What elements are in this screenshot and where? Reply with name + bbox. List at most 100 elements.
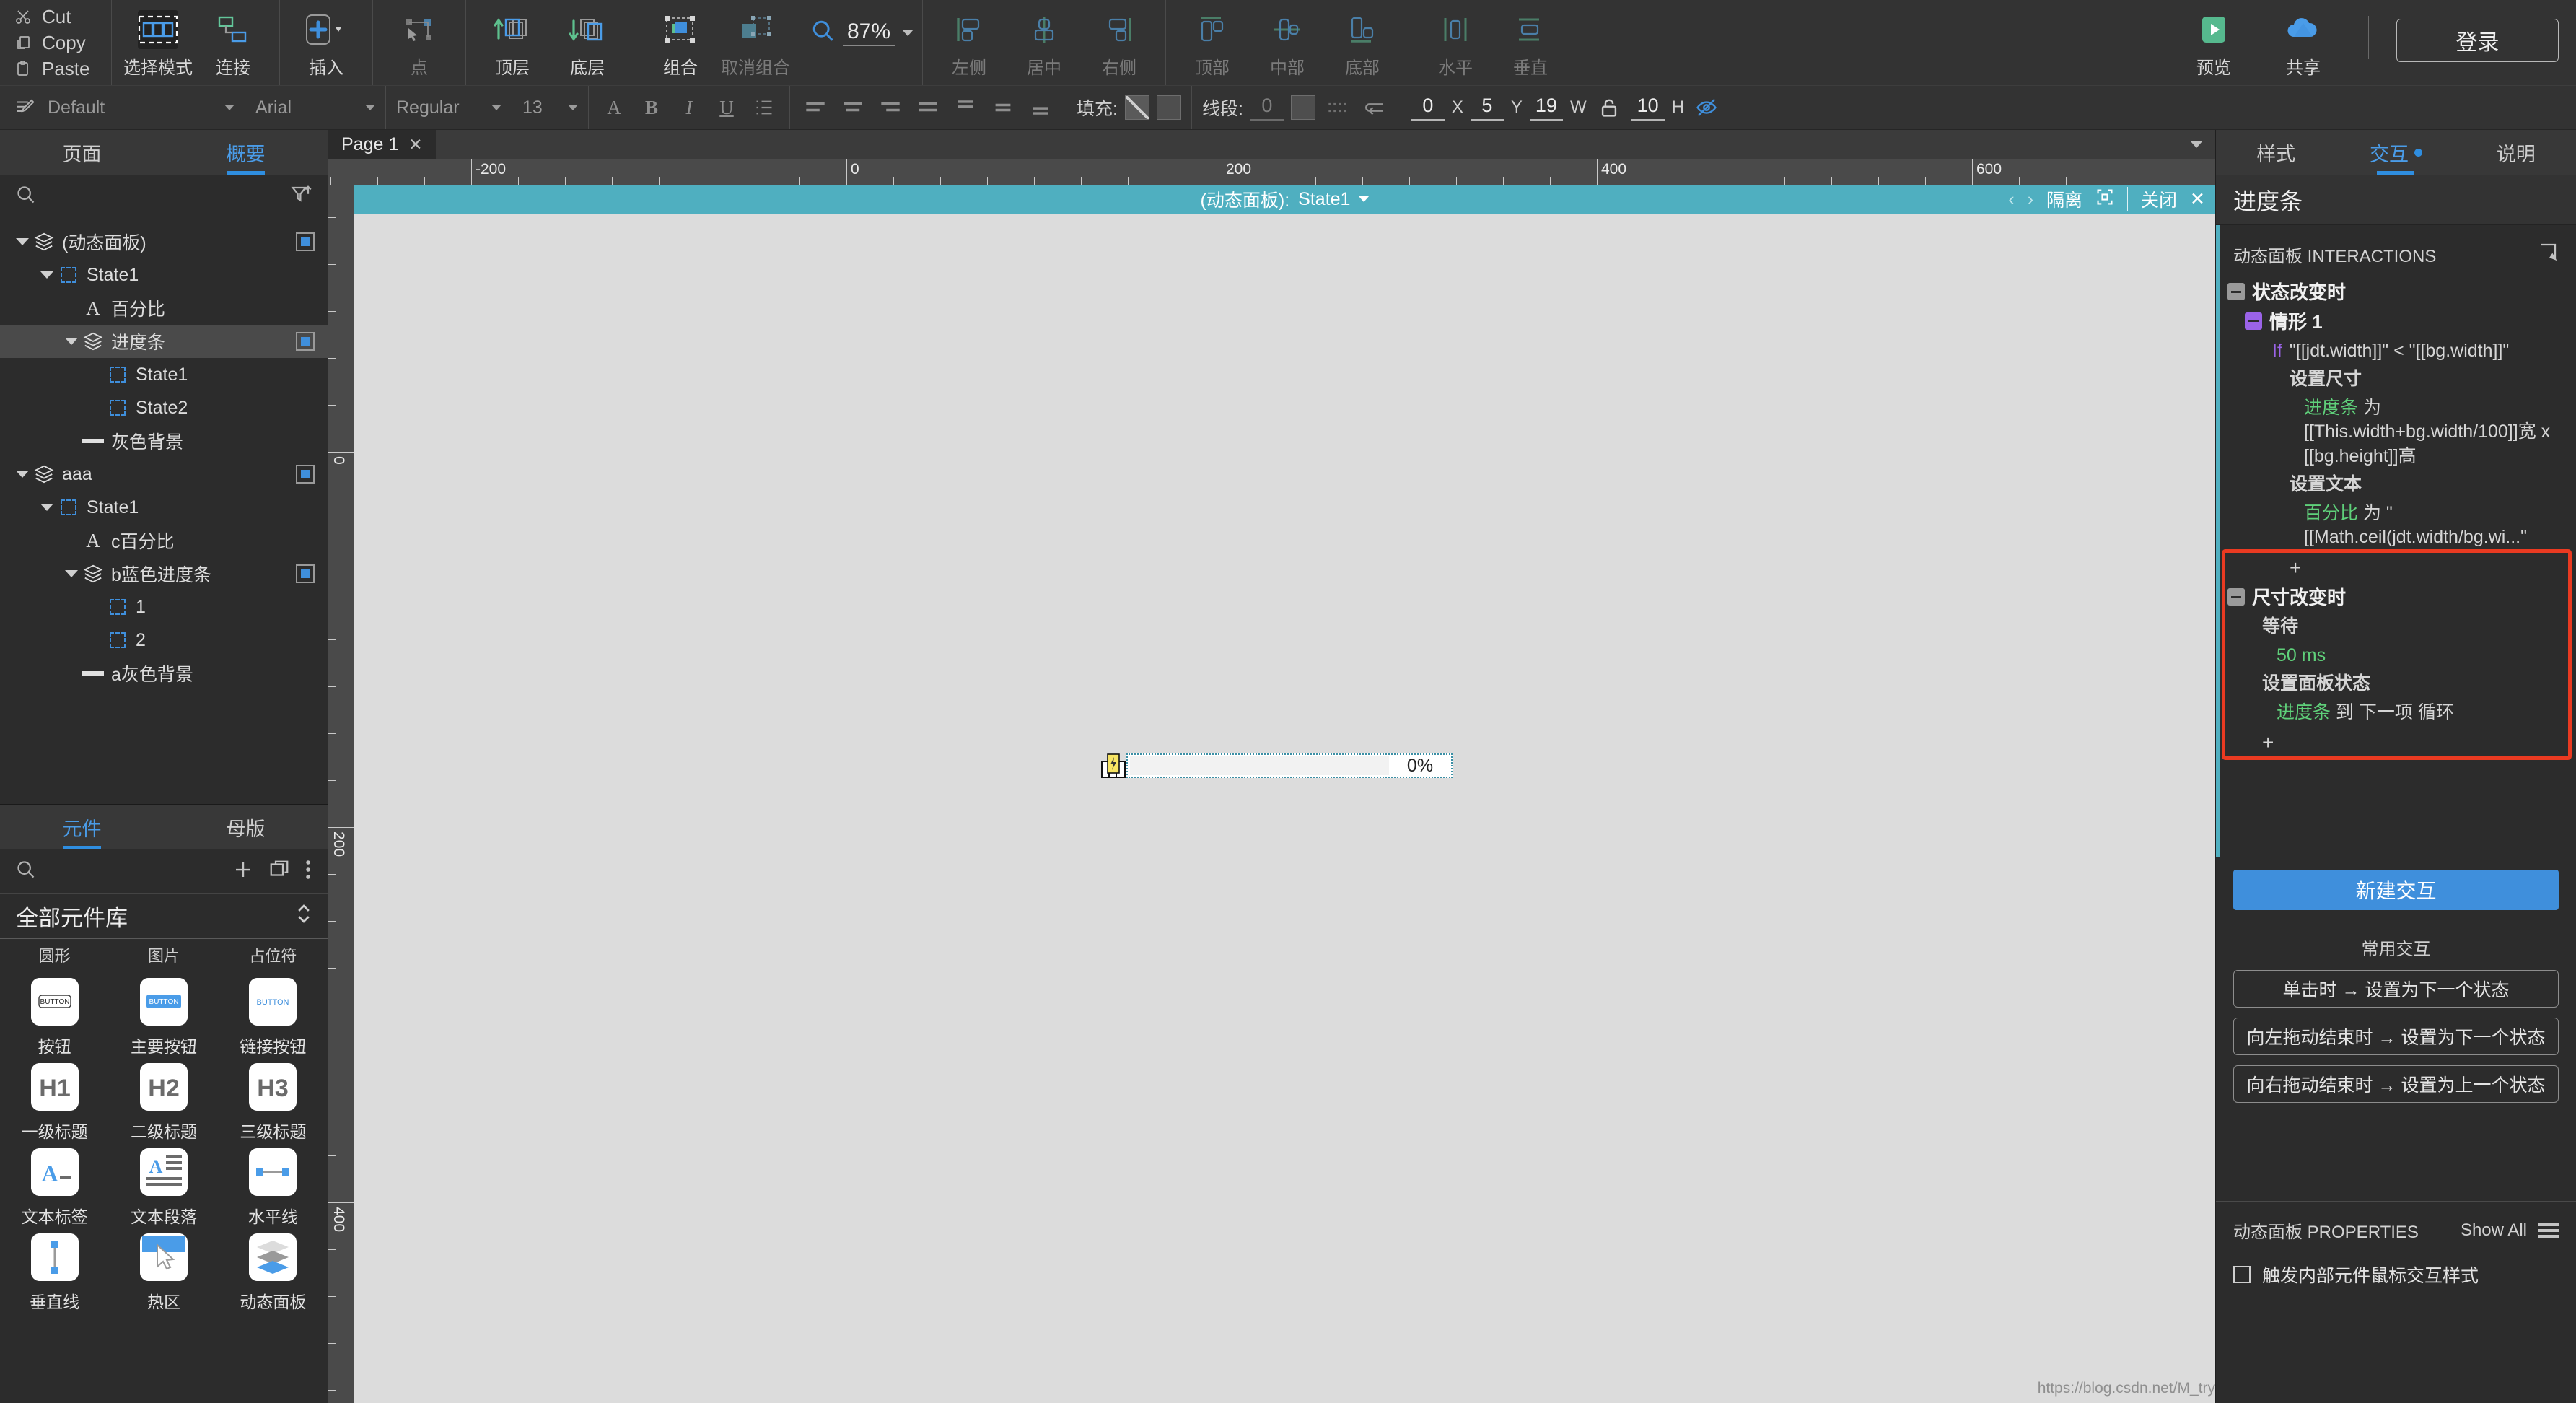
zoom-value[interactable]: 87% [843,19,895,46]
disclosure-triangle-icon[interactable] [13,238,32,245]
widget-library-item[interactable]: 水平线 [219,1148,328,1228]
interaction-action-row[interactable]: 设置面板状态 [2225,670,2567,699]
outline-tree-item[interactable]: State1 [0,491,328,524]
underline-icon[interactable]: U [711,93,742,122]
widget-library-item[interactable]: 垂直线 [0,1233,109,1313]
bold-icon[interactable]: B [636,93,667,122]
distribute-horizontal-button[interactable]: 水平 [1418,6,1493,79]
font-size-select[interactable]: 13 [522,93,578,122]
send-to-back-button[interactable]: 底层 [550,6,625,79]
interaction-case-row[interactable]: 情形 1 [2225,307,2567,337]
tab-widgets[interactable]: 元件 [0,805,164,849]
hide-icon[interactable] [1691,93,1722,122]
tabbar-overflow-button[interactable] [2191,130,2215,159]
disclosure-triangle-icon[interactable] [62,570,81,577]
progress-bar-track[interactable]: 0% [1126,753,1453,778]
align-middle-button[interactable]: 中部 [1250,6,1325,79]
interaction-target-row[interactable]: 百分比 为 "[[Math.ceil(jdt.width/bg.wi..." [2225,499,2567,552]
line-width-value[interactable]: 0 [1250,95,1284,121]
filter-icon[interactable] [290,184,312,209]
checkbox-unchecked-icon[interactable] [2233,1266,2251,1284]
interaction-action-row[interactable]: 设置尺寸 [2225,365,2567,394]
outline-tree-item[interactable]: 1 [0,590,328,624]
selection-mode-button[interactable]: 选择模式 [121,6,196,79]
widget-library-item[interactable]: 热区 [109,1233,218,1313]
visibility-toggle-icon[interactable] [296,232,315,251]
lock-aspect-icon[interactable] [1594,93,1624,122]
valign-bottom-icon[interactable] [1025,93,1056,122]
menu-icon[interactable] [2538,1223,2559,1238]
outline-tree-item[interactable]: (动态面板) [0,225,328,258]
isolate-icon[interactable] [2095,188,2114,211]
outline-tree-item[interactable]: State1 [0,258,328,292]
outline-tree-item[interactable]: b蓝色进度条 [0,557,328,590]
align-text-left-icon[interactable] [800,93,831,122]
ungroup-button[interactable]: 取消组合 [718,6,793,79]
disclosure-triangle-icon[interactable] [62,338,81,345]
library-title-row[interactable]: 全部元件库 [0,894,328,939]
tab-masters[interactable]: 母版 [164,805,328,849]
h-value[interactable]: 10 [1631,95,1665,121]
align-text-justify-icon[interactable] [913,93,943,122]
align-bottom-button[interactable]: 底部 [1325,6,1400,79]
line-arrow-icon[interactable] [1360,93,1390,122]
outline-tree-item[interactable]: a灰色背景 [0,657,328,690]
visibility-toggle-icon[interactable] [296,564,315,583]
design-canvas[interactable]: (动态面板): State1 ‹ › 隔离 关闭 ✕ 0% https://bl… [354,185,2215,1403]
interaction-event-row[interactable]: 尺寸改变时 [2225,583,2567,613]
chevron-expand-icon[interactable] [296,903,312,930]
widget-library-item[interactable]: BUTTON 链接按钮 [219,978,328,1057]
widget-library-item[interactable]: A 文本段落 [109,1148,218,1228]
collapse-toggle-icon[interactable] [2227,283,2245,300]
common-interaction-drag-right[interactable]: 向右拖动结束时 → 设置为上一个状态 [2233,1065,2559,1103]
cut-button[interactable]: Cut [14,4,111,30]
valign-middle-icon[interactable] [988,93,1018,122]
chevron-down-icon[interactable] [1359,196,1370,202]
close-icon[interactable]: ✕ [408,135,422,154]
x-field[interactable]: 0 X [1411,95,1463,121]
trigger-inner-mouse-style-row[interactable]: 触发内部元件鼠标交互样式 [2233,1262,2559,1288]
bring-to-front-button[interactable]: 顶层 [475,6,550,79]
tab-interactions[interactable]: 交互 [2336,130,2455,175]
fill-none-swatch[interactable] [1124,95,1149,120]
font-weight-select[interactable]: Regular [396,93,501,122]
page-tab[interactable]: Page 1 ✕ [328,130,436,159]
prev-state-button[interactable]: ‹ [2008,189,2014,210]
insert-button[interactable]: 插入 [289,6,364,79]
add-library-icon[interactable] [232,859,254,884]
line-dash-icon[interactable] [1323,93,1353,122]
y-value[interactable]: 5 [1470,95,1504,121]
font-select[interactable]: Arial [255,93,375,122]
outline-tree-item[interactable]: aaa [0,458,328,491]
style-select[interactable]: Default [48,93,235,122]
y-field[interactable]: 5 Y [1470,95,1523,121]
outline-tree-item[interactable]: 2 [0,624,328,657]
widget-library-item[interactable]: 动态面板 [219,1233,328,1313]
interaction-event-row[interactable]: 状态改变时 [2225,278,2567,307]
tab-pages[interactable]: 页面 [0,130,164,175]
align-center-button[interactable]: 居中 [1007,6,1082,79]
font-color-icon[interactable]: A [599,93,629,122]
widget-library-item[interactable]: H1 一级标题 [0,1063,109,1142]
outline-search-input[interactable] [46,186,280,207]
collapse-toggle-icon[interactable] [2227,588,2245,606]
outline-tree-item[interactable]: A 百分比 [0,292,328,325]
widget-library-item[interactable]: BUTTON 主要按钮 [109,978,218,1057]
close-icon[interactable]: ✕ [2190,188,2205,210]
align-text-right-icon[interactable] [875,93,906,122]
distribute-vertical-button[interactable]: 垂直 [1493,6,1568,79]
widget-library-item[interactable]: H2 二级标题 [109,1063,218,1142]
paste-button[interactable]: Paste [14,56,111,82]
valign-top-icon[interactable] [950,93,981,122]
h-field[interactable]: 10 H [1631,95,1684,121]
disclosure-triangle-icon[interactable] [13,471,32,478]
point-button[interactable]: 点 [382,6,457,79]
fill-color-swatch[interactable] [1156,95,1181,120]
w-value[interactable]: 19 [1529,95,1563,121]
group-button[interactable]: 组合 [643,6,718,79]
progress-bar-widget[interactable]: 0% [1100,753,1453,779]
align-left-button[interactable]: 左侧 [932,6,1007,79]
copy-button[interactable]: Copy [14,30,111,56]
interaction-action-row[interactable]: 设置文本 [2225,471,2567,499]
visibility-toggle-icon[interactable] [296,332,315,351]
